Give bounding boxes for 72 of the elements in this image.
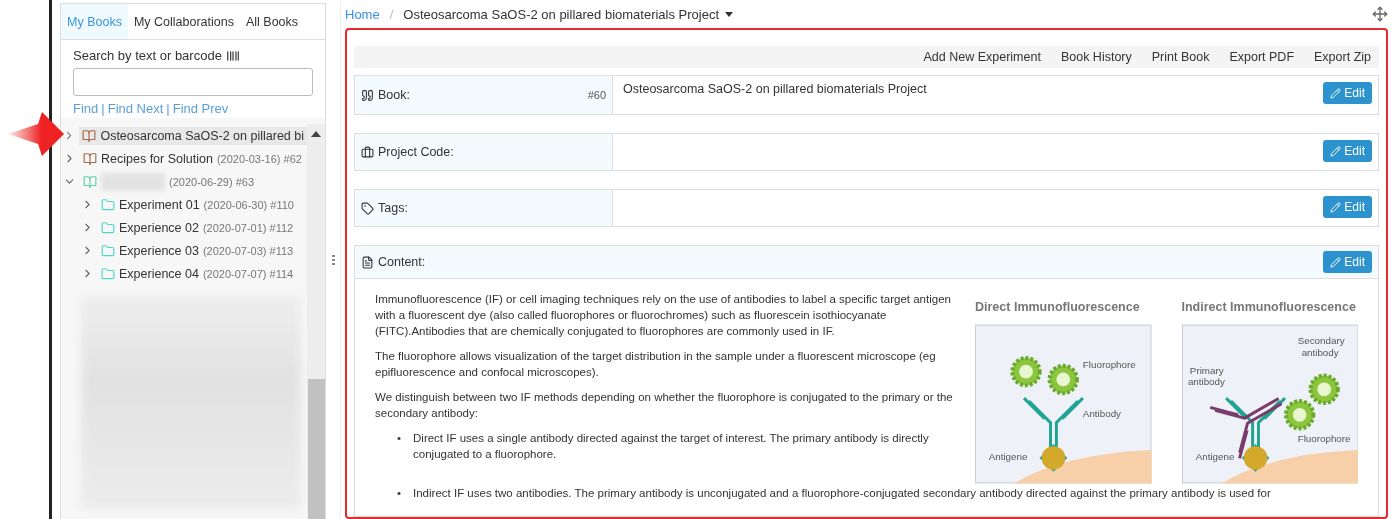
tree-item[interactable]: Recipes for Solution (2020-03-16) #62 — [80, 149, 305, 168]
breadcrumb-dropdown[interactable]: Osteosarcoma SaOS-2 on pillared biomaterials Project — [403, 6, 734, 22]
paragraph: The fluorophore allows visualization of the target distribution in the sample under a fluorescent microscope (eg epifluorescence and confocal microscopes). — [375, 349, 937, 380]
tree-item[interactable]: Experience 03 (2020-07-03) #113 — [98, 241, 297, 260]
folder-icon — [101, 220, 115, 235]
barcode-icon[interactable] — [225, 48, 240, 63]
tree-item[interactable]: Experiment 01 (2020-06-30) #110 — [98, 195, 297, 214]
home-link[interactable]: Home — [345, 6, 380, 22]
fluorophore-drawing — [1010, 355, 1079, 396]
folder-icon — [101, 243, 115, 258]
tag-icon — [361, 201, 374, 215]
pencil-icon — [1330, 256, 1342, 268]
quote-icon — [361, 88, 374, 102]
bullet-item: Direct IF uses a single antibody directed against the target of interest. The primary antibody is directly conjugated to a fluorophore. — [413, 431, 930, 462]
pencil-icon — [1330, 145, 1342, 157]
scroll-up-icon[interactable] — [311, 130, 321, 138]
bullet-marker: • — [397, 431, 402, 446]
tree-item[interactable]: Osteosarcoma SaOS-2 on pillared bi — [79, 126, 307, 145]
toolbar-link[interactable]: Export PDF — [1229, 50, 1295, 64]
figure-title: Indirect Immunofluorescence — [1181, 299, 1357, 315]
diagram-label: antibody — [1187, 376, 1225, 388]
separator: | — [101, 101, 105, 116]
toolbar-link[interactable]: Book History — [1060, 50, 1132, 64]
move-icon[interactable] — [1372, 6, 1388, 22]
bullet-marker: • — [397, 486, 402, 501]
briefcase-icon — [361, 145, 374, 159]
book-icon — [83, 151, 97, 166]
content-header: Content: Edit — [354, 245, 1379, 279]
item-meta: (2020-06-30) #110 — [203, 198, 294, 211]
scrollbar[interactable] — [307, 124, 325, 519]
book-icon — [83, 174, 97, 189]
separator: | — [166, 101, 170, 116]
folder-icon — [101, 266, 115, 281]
book-icon — [82, 128, 97, 143]
field-label: Tags: — [355, 190, 613, 226]
resize-handle-icon[interactable] — [331, 254, 335, 265]
toolbar-link[interactable]: Add New Experiment — [923, 50, 1041, 64]
diagram-label: Fluorophore — [1297, 433, 1351, 445]
diagram-label: Secondary — [1297, 335, 1345, 347]
diagram-label: Antibody — [1082, 407, 1121, 419]
diagram-label: Antigene — [1195, 450, 1234, 462]
breadcrumb-separator: / — [389, 6, 394, 22]
search-field[interactable] — [73, 68, 313, 96]
tree-item[interactable]: (2020-06-29) #63 — [80, 170, 257, 193]
paragraph: Immunofluorescence (IF) or cell imaging techniques rely on the use of antibodies to label a specific target antigen with a fluorescent dye (also called fluorophores or fluorochromes) such as fluorescein isothiocyanate (FITC).Antibodies that are chemically conjugated to fluorophores are commonly used in IF. — [375, 292, 952, 339]
item-meta: (2020-03-16) #62 — [216, 152, 302, 165]
document-icon — [361, 255, 374, 269]
toolbar-link[interactable]: Export Zip — [1314, 50, 1371, 64]
field-value: Osteosarcoma SaOS-2 on pillared biomaterials Project — [623, 82, 927, 96]
caret-icon — [725, 11, 734, 17]
folder-icon — [101, 197, 115, 212]
item-meta: (2020-07-01) #112 — [202, 221, 294, 234]
pointer-arrow-icon — [8, 112, 64, 156]
figure-title: Direct Immunofluorescence — [975, 299, 1141, 315]
tree-item[interactable]: Experience 04 (2020-07-07) #114 — [98, 264, 297, 283]
search-label: Search by text or barcode — [73, 48, 222, 63]
field-label: Book: #60 — [355, 76, 613, 114]
toolbar-link[interactable]: Print Book — [1151, 50, 1210, 64]
paragraph: We distinguish between two IF methods depending on whether the fluorophore is conjugated to the primary or the secondary antibody: — [375, 390, 954, 421]
diagram-label: antibody — [1301, 346, 1339, 358]
field-label: Project Code: — [355, 134, 613, 170]
diagram-label: Antigene — [988, 450, 1028, 462]
diagram-label: Fluorophore — [1082, 358, 1136, 370]
item-meta: (2020-06-29) #63 — [169, 175, 254, 188]
tree-item[interactable]: Experience 02 (2020-07-01) #112 — [98, 218, 297, 237]
fluorophore-drawing — [1283, 373, 1340, 431]
pencil-icon — [1330, 201, 1342, 213]
item-meta: (2020-07-07) #114 — [202, 267, 294, 280]
diagram-label: Primary — [1189, 364, 1224, 376]
bullet-item: Indirect IF uses two antibodies. The primary antibody is unconjugated and a fluorophore-conjugated secondary antibody directed against the primary antibody is used for — [413, 486, 1271, 501]
item-meta: (2020-07-03) #113 — [202, 244, 294, 257]
pencil-icon — [1330, 87, 1342, 99]
